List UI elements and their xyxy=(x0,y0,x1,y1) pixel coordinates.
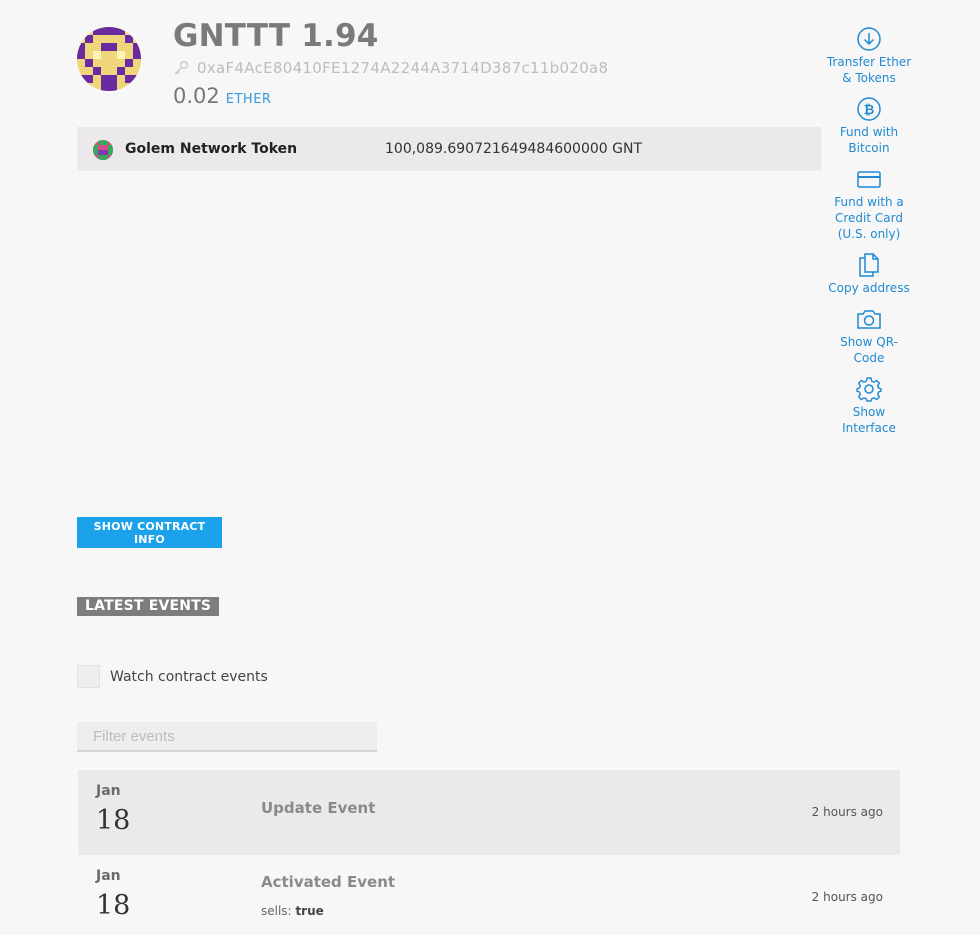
event-param: sells: true xyxy=(261,904,324,918)
balance-unit[interactable]: ETHER xyxy=(226,92,272,107)
transfer-button[interactable]: Transfer Ether & Tokens xyxy=(826,26,912,86)
event-param-key: sells: xyxy=(261,904,292,918)
contract-address[interactable]: 0xaF4AcE80410FE1274A2244A3714D387c11b020… xyxy=(197,59,608,77)
contract-page: GNTTT 1.94 0xaF4AcE80410FE1274A2244A3714… xyxy=(0,0,980,935)
watch-events-label[interactable]: Watch contract events xyxy=(110,669,268,685)
token-balance: 100,089.690721649484600000 GNT xyxy=(385,141,642,157)
watch-events-checkbox[interactable] xyxy=(77,665,100,688)
bitcoin-icon: ₿ xyxy=(857,97,881,121)
event-row[interactable]: Jan 18 Update Event 2 hours ago xyxy=(78,770,900,855)
token-row[interactable]: Golem Network Token 100,089.690721649484… xyxy=(77,127,821,171)
contract-title: GNTTT 1.94 xyxy=(173,18,379,54)
show-qr-code-button[interactable]: Show QR-Code xyxy=(826,306,912,366)
credit-card-icon xyxy=(857,171,881,188)
svg-text:₿: ₿ xyxy=(864,103,875,118)
copy-address-label: Copy address xyxy=(828,281,910,295)
fund-credit-card-label: Fund with a Credit Card (U.S. only) xyxy=(834,195,904,241)
event-month: Jan xyxy=(96,868,121,884)
show-interface-button[interactable]: Show Interface xyxy=(826,376,912,436)
identicon-avatar xyxy=(77,27,141,91)
event-day: 18 xyxy=(96,890,131,921)
event-day: 18 xyxy=(96,805,131,836)
event-param-value: true xyxy=(295,904,324,918)
show-qr-code-label: Show QR-Code xyxy=(840,335,898,365)
fund-bitcoin-button[interactable]: ₿ Fund with Bitcoin xyxy=(826,96,912,156)
copy-icon xyxy=(859,253,879,277)
balance-value: 0.02 xyxy=(173,84,220,108)
event-name: Activated Event xyxy=(261,873,396,891)
key-icon xyxy=(173,60,189,76)
event-month: Jan xyxy=(96,783,121,799)
fund-bitcoin-label: Fund with Bitcoin xyxy=(839,125,899,155)
event-time: 2 hours ago xyxy=(811,890,883,904)
camera-icon xyxy=(857,310,881,329)
transfer-label: Transfer Ether & Tokens xyxy=(826,55,912,85)
arrow-down-circle-icon xyxy=(857,27,881,51)
event-time: 2 hours ago xyxy=(811,805,883,819)
copy-address-button[interactable]: Copy address xyxy=(826,252,912,296)
token-name: Golem Network Token xyxy=(125,141,298,157)
watch-events-row: Watch contract events xyxy=(77,665,268,688)
ether-balance: 0.02 ETHER xyxy=(173,84,271,108)
fund-credit-card-button[interactable]: Fund with a Credit Card (U.S. only) xyxy=(826,166,912,242)
token-identicon-icon xyxy=(93,140,113,160)
account-actions: Transfer Ether & Tokens ₿ Fund with Bitc… xyxy=(826,26,912,446)
filter-events-input[interactable] xyxy=(77,722,377,752)
show-contract-info-button[interactable]: SHOW CONTRACT INFO xyxy=(77,517,222,548)
event-row[interactable]: Jan 18 Activated Event 2 hours ago sells… xyxy=(78,855,900,935)
address-row: 0xaF4AcE80410FE1274A2244A3714D387c11b020… xyxy=(173,59,608,77)
show-interface-label: Show Interface xyxy=(842,405,896,435)
event-name: Update Event xyxy=(261,799,376,817)
latest-events-heading: LATEST EVENTS xyxy=(77,597,220,616)
gear-icon xyxy=(856,377,882,402)
